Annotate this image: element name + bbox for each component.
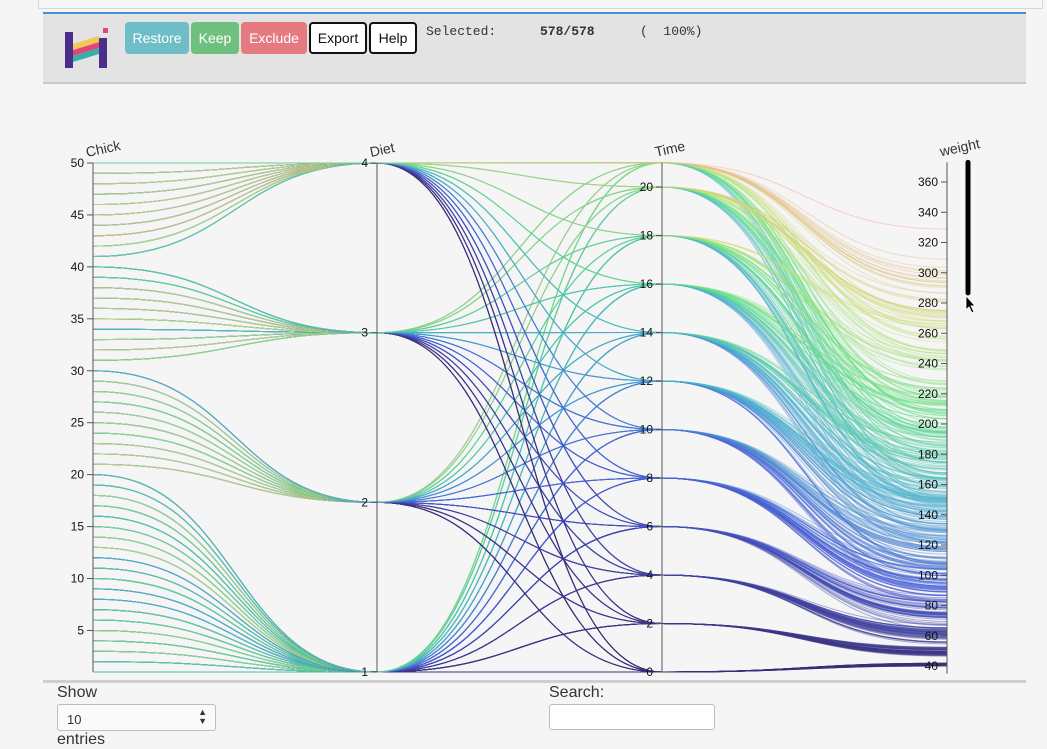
tick-label: 30 — [71, 364, 85, 378]
data-polyline — [92, 578, 948, 673]
tick-label: 2 — [361, 495, 368, 509]
parallel-coordinates-chart[interactable]: Chick5101520253035404550Diet1234Time0246… — [0, 0, 1047, 740]
tick-label: 20 — [71, 468, 85, 482]
tick-label: 50 — [71, 156, 85, 170]
tick-label: 5 — [77, 623, 84, 637]
tick-label: 1 — [361, 665, 368, 679]
tick-label: 340 — [918, 205, 938, 219]
tick-label: 280 — [918, 296, 938, 310]
tick-label: 16 — [640, 277, 654, 291]
tick-label: 8 — [646, 471, 653, 485]
page-size-value: 10 — [67, 712, 82, 727]
search-input[interactable] — [549, 704, 715, 730]
page-size-select[interactable]: 10 ▲ ▼ — [57, 704, 216, 731]
tick-label: 60 — [925, 629, 939, 643]
show-label: Show — [57, 684, 98, 701]
tick-label: 80 — [925, 599, 939, 613]
data-polyline — [92, 619, 948, 673]
tick-label: 100 — [918, 568, 938, 582]
tick-label: 45 — [71, 208, 85, 222]
axis-title-diet[interactable]: Diet — [368, 139, 396, 160]
tick-label: 320 — [918, 236, 938, 250]
tick-label: 40 — [71, 260, 85, 274]
data-polyline — [92, 619, 948, 673]
data-polyline — [92, 578, 948, 673]
tick-label: 4 — [646, 568, 653, 582]
tick-label: 14 — [640, 326, 654, 340]
tick-label: 15 — [71, 520, 85, 534]
tick-label: 140 — [918, 508, 938, 522]
tick-label: 18 — [640, 229, 654, 243]
axis-title-weight[interactable]: weight — [937, 135, 981, 159]
tick-label: 4 — [361, 156, 368, 170]
tick-label: 25 — [71, 416, 85, 430]
mouse-cursor-icon — [965, 294, 976, 314]
tick-label: 120 — [918, 538, 938, 552]
tick-label: 3 — [361, 326, 368, 340]
data-polyline — [92, 463, 948, 631]
tick-label: 12 — [640, 374, 654, 388]
tick-label: 0 — [646, 665, 653, 679]
tick-label: 10 — [640, 423, 654, 437]
tick-label: 20 — [640, 180, 654, 194]
brush-handle[interactable] — [965, 290, 971, 296]
polylines — [92, 162, 948, 673]
select-arrows-icon: ▲ ▼ — [198, 707, 207, 726]
tick-label: 160 — [918, 478, 938, 492]
tick-label: 35 — [71, 312, 85, 326]
tick-label: 300 — [918, 266, 938, 280]
tick-label: 360 — [918, 175, 938, 189]
tick-label: 200 — [918, 417, 938, 431]
tick-label: 180 — [918, 447, 938, 461]
data-polyline — [92, 162, 948, 317]
data-polyline — [92, 162, 948, 268]
search-label: Search: — [549, 684, 605, 701]
chart-divider — [43, 680, 1026, 683]
tick-label: 240 — [918, 357, 938, 371]
tick-label: 6 — [646, 520, 653, 534]
data-polyline — [92, 162, 948, 260]
tick-label: 260 — [918, 326, 938, 340]
axis-title-chick[interactable]: Chick — [84, 137, 123, 160]
tick-label: 10 — [71, 572, 85, 586]
tick-label: 2 — [646, 617, 653, 631]
tick-label: 40 — [925, 659, 939, 673]
tick-label: 220 — [918, 387, 938, 401]
entries-label: entries — [57, 731, 106, 748]
axis-title-time[interactable]: Time — [653, 138, 686, 160]
